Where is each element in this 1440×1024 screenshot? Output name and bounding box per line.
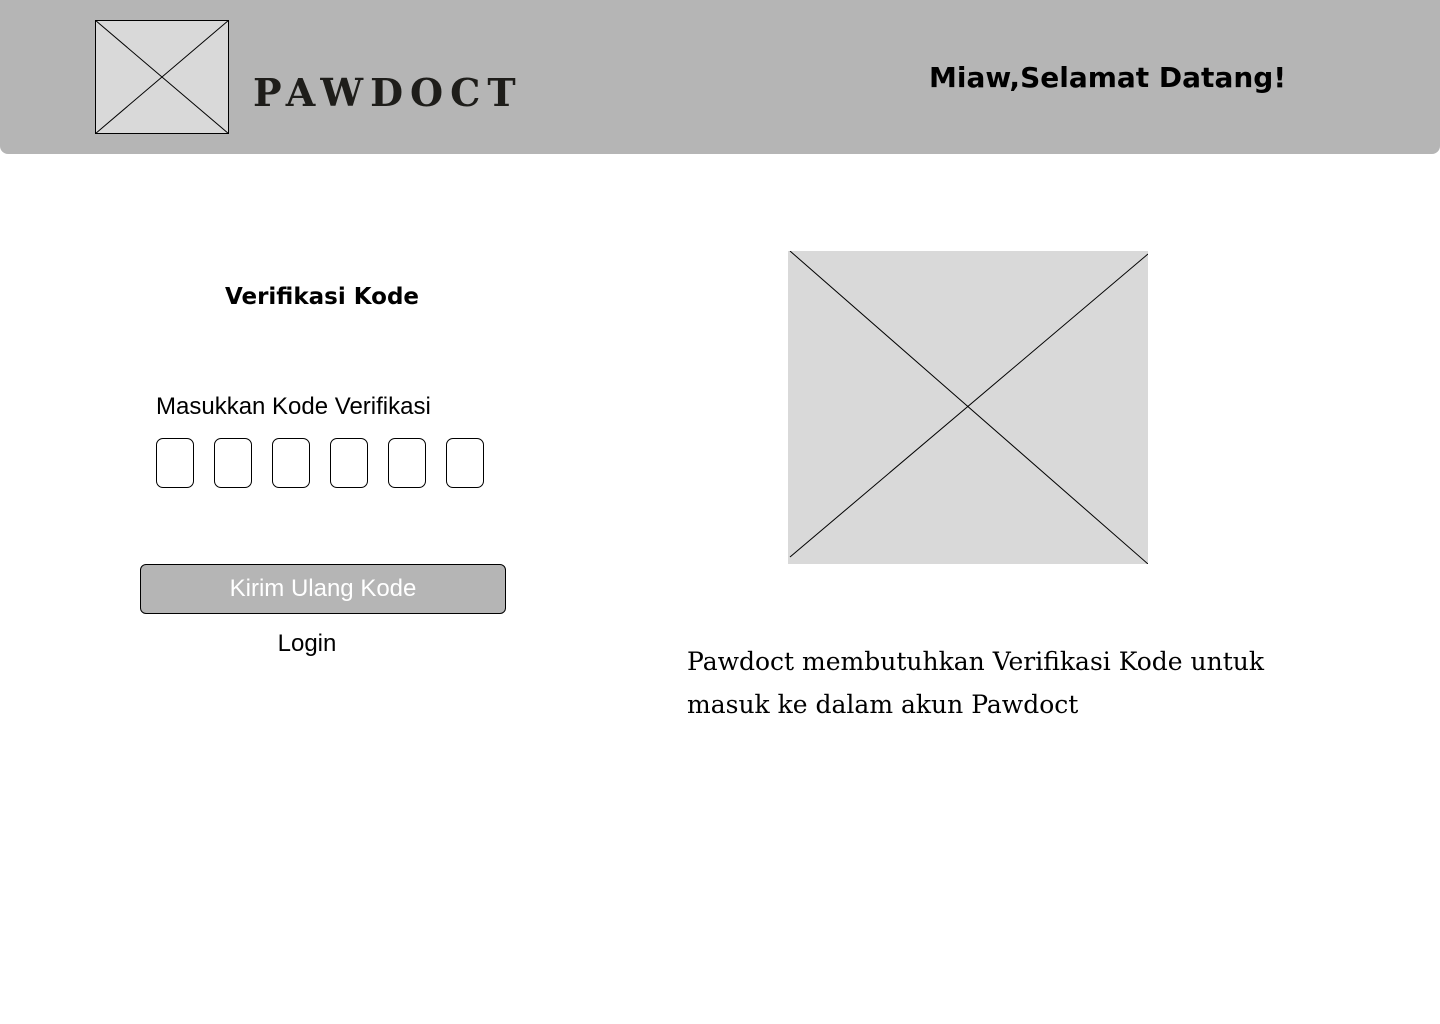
form-title: Verifikasi Kode [224, 284, 420, 310]
login-link[interactable]: Login [140, 628, 474, 660]
code-digit-input-4[interactable] [330, 438, 368, 488]
logo-image-placeholder-icon [95, 20, 229, 134]
hero-image-placeholder-icon [788, 251, 1148, 564]
header-bar: PAWDOCT Miaw,Selamat Datang! [0, 0, 1440, 154]
brand-name: PAWDOCT [253, 70, 523, 115]
code-field-label: Masukkan Kode Verifikasi [156, 393, 431, 420]
code-digit-input-1[interactable] [156, 438, 194, 488]
code-digit-input-6[interactable] [446, 438, 484, 488]
resend-code-button[interactable]: Kirim Ulang Kode [140, 564, 506, 614]
code-digit-input-2[interactable] [214, 438, 252, 488]
code-digit-input-3[interactable] [272, 438, 310, 488]
greeting-text: Miaw,Selamat Datang! [929, 61, 1287, 94]
verification-description: Pawdoct membutuhkan Verifikasi Kode untu… [687, 647, 1265, 719]
verification-page: PAWDOCT Miaw,Selamat Datang! Verifikasi … [0, 0, 1440, 1024]
code-digit-input-5[interactable] [388, 438, 426, 488]
verification-code-inputs [156, 438, 486, 488]
